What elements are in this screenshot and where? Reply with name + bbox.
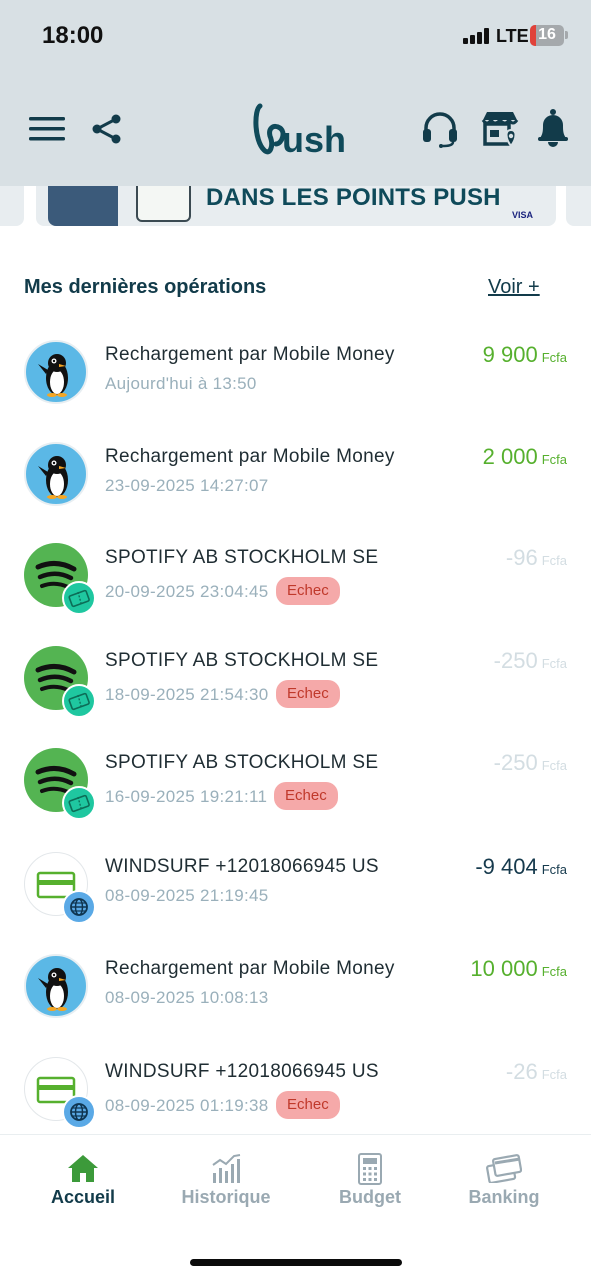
amount-currency: Fcfa [541,862,567,877]
status-badge: Echec [276,1091,340,1119]
banner-next-peek [566,186,591,226]
amount-value: -250 [493,648,538,673]
battery-icon: 16 [530,25,564,46]
visa-logo: VISA [512,210,534,220]
chart-icon [210,1153,242,1190]
transaction-amount: 2 000 Fcfa [483,444,567,470]
transaction-title: WINDSURF +12018066945 US [105,1061,379,1082]
amount-value: 9 900 [482,342,538,367]
transaction-title: Rechargement par Mobile Money [105,446,395,467]
push-logo: ush [252,100,352,160]
amount-currency: Fcfa [541,553,567,568]
amount-currency: Fcfa [541,656,567,671]
transaction-amount: -250 Fcfa [494,750,567,776]
amount-currency: Fcfa [541,452,567,467]
signal-icon [463,28,491,44]
nav-budget[interactable]: Budget [300,1135,440,1245]
banner-prev-peek [0,186,24,226]
transaction-title: WINDSURF +12018066945 US [105,856,379,877]
nav-label-history: Historique [181,1187,271,1207]
amount-value: 2 000 [482,444,538,469]
amount-value: -26 [505,1059,538,1084]
amount-value: -9 404 [475,854,538,879]
transaction-amount: -9 404 Fcfa [475,854,567,880]
transaction-date: 08-09-2025 21:19:45 [105,886,269,905]
transaction-title: SPOTIFY AB STOCKHOLM SE [105,752,379,773]
transaction-date: 16-09-2025 19:21:11 [105,787,268,806]
transaction-amount: 10 000 Fcfa [470,956,567,982]
calculator-icon [358,1153,382,1190]
banner-person-image [48,186,118,226]
notification-bell-icon[interactable] [535,108,571,148]
share-icon[interactable] [90,112,124,146]
card-payment-ticket-icon [62,684,96,718]
amount-value: -250 [493,750,538,775]
promo-carousel[interactable]: DANS LES POINTS PUSH VISA [0,186,591,228]
transaction-row[interactable]: Rechargement par Mobile Money 23-09-2025 … [0,442,591,532]
status-bar: 18:00 LTE 16 [0,0,591,72]
logo-text: ush [282,119,346,160]
status-time: 18:00 [42,22,104,49]
see-more-link[interactable]: Voir + [488,276,540,299]
promo-banner[interactable]: DANS LES POINTS PUSH VISA [36,186,556,226]
battery-level: 16 [538,26,556,43]
transaction-date: 23-09-2025 14:27:07 [105,476,269,495]
status-badge: Echec [276,577,340,605]
nav-label-home: Accueil [50,1187,116,1207]
app-header: 18:00 LTE 16 ush [0,0,591,188]
store-locator-icon[interactable] [479,108,521,150]
amount-value: -96 [505,545,538,570]
transaction-title: Rechargement par Mobile Money [105,958,395,979]
transaction-title: SPOTIFY AB STOCKHOLM SE [105,650,379,671]
transaction-title: Rechargement par Mobile Money [105,344,395,365]
nav-home[interactable]: Accueil [13,1135,153,1245]
transaction-date: 18-09-2025 21:54:30 [105,685,269,704]
banner-text: DANS LES POINTS PUSH [206,186,501,211]
penguin-icon [24,442,88,506]
transaction-date: 08-09-2025 01:19:38 [105,1096,269,1115]
card-payment-ticket-icon [62,581,96,615]
online-payment-globe-icon [62,890,96,924]
amount-currency: Fcfa [541,350,567,365]
nav-history[interactable]: Historique [156,1135,296,1245]
transaction-row[interactable]: SPOTIFY AB STOCKHOLM SE 16-09-2025 19:21:… [0,748,591,838]
transaction-row[interactable]: SPOTIFY AB STOCKHOLM SE 18-09-2025 21:54:… [0,646,591,736]
transaction-date: 08-09-2025 10:08:13 [105,988,269,1007]
transaction-row[interactable]: Rechargement par Mobile Money Aujourd'hui… [0,340,591,430]
transaction-amount: 9 900 Fcfa [483,342,567,368]
amount-value: 10 000 [470,956,538,981]
nav-banking[interactable]: Banking [434,1135,574,1245]
online-payment-globe-icon [62,1095,96,1129]
transaction-title: SPOTIFY AB STOCKHOLM SE [105,547,379,568]
status-badge: Echec [274,782,338,810]
cards-icon [486,1153,523,1188]
transaction-row[interactable]: Rechargement par Mobile Money 08-09-2025 … [0,954,591,1044]
amount-currency: Fcfa [541,1067,567,1082]
amount-currency: Fcfa [541,964,567,979]
network-label: LTE [496,26,529,46]
transaction-amount: -26 Fcfa [506,1059,567,1085]
amount-currency: Fcfa [541,758,567,773]
penguin-icon [24,954,88,1018]
banner-phone-image [136,186,191,222]
penguin-icon [24,340,88,404]
transaction-row[interactable]: WINDSURF +12018066945 US 08-09-2025 21:19… [0,852,591,942]
nav-label-budget: Budget [339,1187,401,1207]
transaction-date: Aujourd'hui à 13:50 [105,374,257,393]
home-indicator [190,1259,402,1266]
transaction-row[interactable]: SPOTIFY AB STOCKHOLM SE 20-09-2025 23:04:… [0,543,591,633]
menu-icon[interactable] [28,114,66,144]
transaction-amount: -250 Fcfa [494,648,567,674]
nav-label-banking: Banking [468,1187,540,1207]
status-badge: Echec [276,680,340,708]
support-headset-icon[interactable] [420,110,460,148]
section-title: Mes dernières opérations [24,276,267,298]
home-icon [67,1153,99,1188]
transaction-date: 20-09-2025 23:04:45 [105,582,269,601]
transaction-amount: -96 Fcfa [506,545,567,571]
battery-tip [565,31,568,39]
card-payment-ticket-icon [62,786,96,820]
